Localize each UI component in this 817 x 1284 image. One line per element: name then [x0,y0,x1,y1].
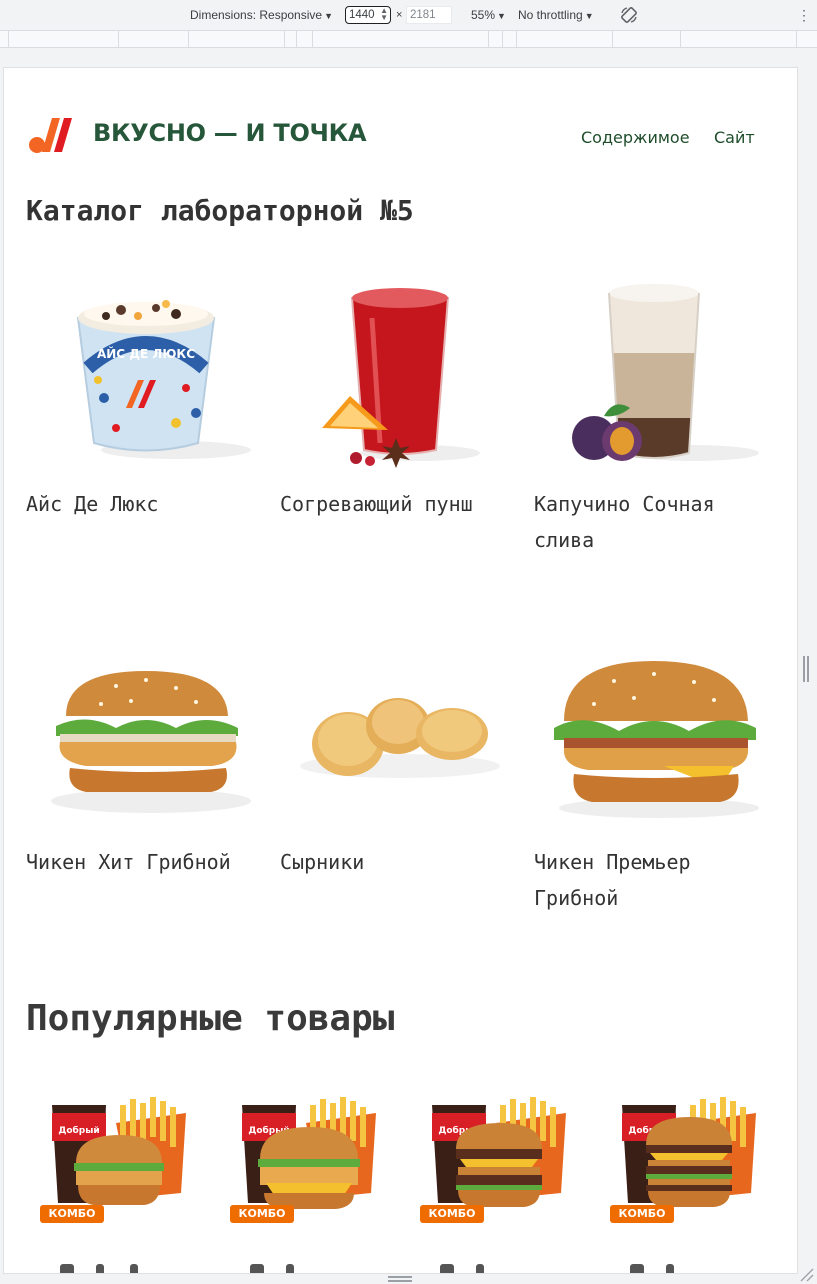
dimension-separator: × [396,9,403,21]
zoom-label: 55% [471,8,496,22]
dimensions-label: Dimensions: Responsive [190,8,323,22]
dimensions-dropdown[interactable]: Dimensions: Responsive ▼ [190,8,333,22]
popular-title: Популярные товары [26,998,395,1039]
width-value: 1440 [349,9,375,21]
svg-text:АЙС ДЕ ЛЮКС: АЙС ДЕ ЛЮКС [97,346,195,361]
media-query-ruler [0,31,817,48]
combo-badge: КОМБО [40,1205,104,1223]
chevron-down-icon: ▼ [324,11,333,21]
catalog-item-name: Капучино Сочная слива [534,492,715,552]
cut-off-item-name [60,1260,210,1273]
page-viewport: ВКУСНО — И ТОЧКА Содержимое Сайт Каталог… [4,68,797,1273]
resize-corner-icon[interactable] [798,1266,814,1282]
logo-mark-icon [29,118,72,153]
rotate-icon[interactable] [619,5,639,25]
height-value: 2181 [410,9,436,21]
logo-text: ВКУСНО — И ТОЧКА [93,119,367,147]
catalog-item-name: Сырники [280,850,365,874]
ice-cream-cup-icon: АЙС ДЕ ЛЮКС [76,300,251,459]
chevron-down-icon: ▼ [584,11,594,21]
resize-handle-right[interactable] [803,656,809,682]
devtools-device-toolbar: Dimensions: Responsive ▼ 1440 ▲ ▼ × 2181 5… [0,0,817,31]
punch-glass-icon [322,288,480,468]
chevron-down-icon: ▼ [497,11,506,21]
resize-handle-bottom[interactable] [388,1276,412,1282]
catalog-title: Каталог лабораторной №5 [26,194,414,227]
catalog-item-name: Согревающий пунш [280,492,473,516]
throttling-dropdown[interactable]: No throttling ▼ [518,8,594,22]
spinner-icon[interactable]: ▲ ▼ [380,7,388,22]
combo-badge: КОМБО [230,1205,294,1223]
cut-off-item-name [440,1260,590,1273]
bacon-burger-icon [554,661,759,818]
throttling-label: No throttling [518,8,583,22]
zoom-dropdown[interactable]: 55% ▼ [471,8,506,22]
nav-link-site[interactable]: Сайт [714,128,755,147]
catalog-item-name: Чикен Премьер Грибной [534,850,691,910]
latte-glass-icon [572,284,759,461]
syrniki-icon [300,698,500,778]
catalog-item-name: Айс Де Люкс [26,492,159,516]
chicken-burger-icon [51,671,251,813]
combo-badge: КОМБО [610,1205,674,1223]
more-options-icon[interactable]: ⋮ [797,7,811,24]
catalog-item-name: Чикен Хит Грибной [26,850,231,874]
cut-off-item-name [250,1260,400,1273]
width-input[interactable]: 1440 ▲ ▼ [345,6,391,24]
site-header: ВКУСНО — И ТОЧКА Содержимое Сайт [4,68,797,198]
nav-link-content[interactable]: Содержимое [581,128,690,147]
cut-off-item-name [630,1260,780,1273]
combo-badge: КОМБО [420,1205,484,1223]
height-input[interactable]: 2181 [406,6,452,24]
cup-label: Добрый [58,1125,99,1136]
